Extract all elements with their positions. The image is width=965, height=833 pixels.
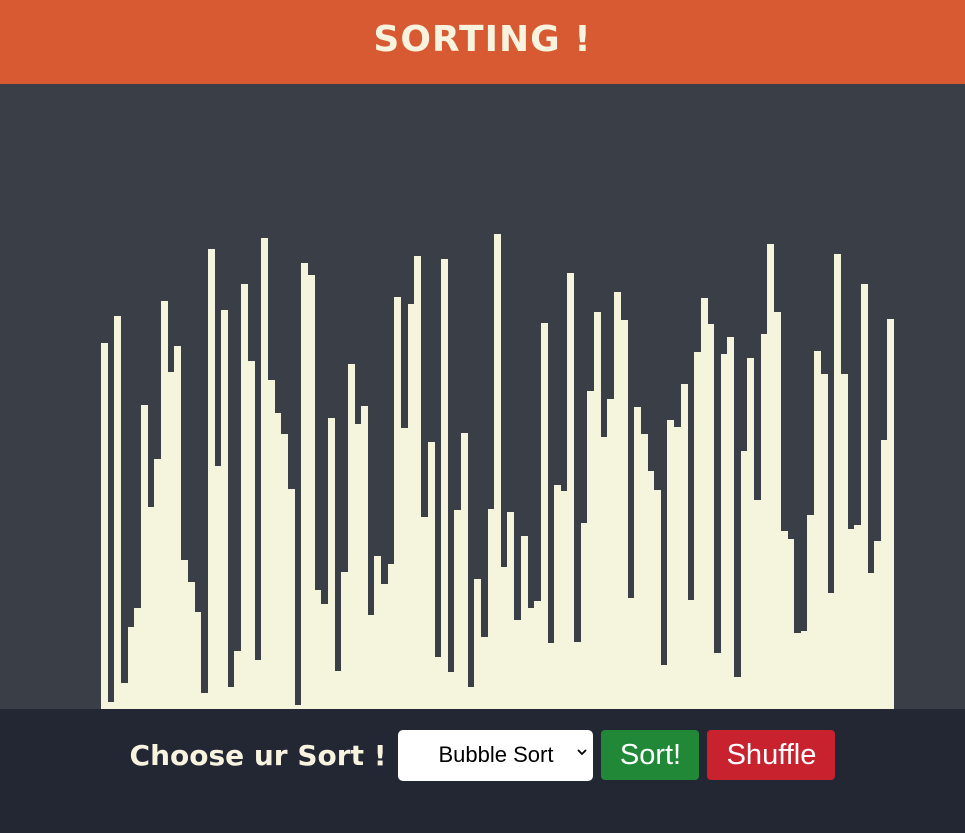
visualizer-area [0,84,965,709]
controls-row: Choose ur Sort ! Bubble Sort Sort! Shuff… [0,729,965,781]
page-title: SORTING ! [373,18,592,60]
bar [101,343,108,709]
header-bar: SORTING ! [0,0,965,84]
control-panel: Choose ur Sort ! Bubble Sort Sort! Shuff… [0,709,965,833]
sort-algorithm-select[interactable]: Bubble Sort [398,729,594,781]
bar [440,259,448,709]
bars-container [101,84,895,709]
bar [460,433,468,709]
choose-sort-label: Choose ur Sort ! [129,738,387,772]
bar [727,337,735,709]
selected-sort-text: Bubble Sort [438,742,554,767]
chevron-down-icon [577,748,588,755]
sort-button[interactable]: Sort! [601,730,700,780]
bar [247,361,255,709]
bar [287,489,295,709]
bar [887,319,895,709]
bar [114,316,122,709]
bar [707,324,715,709]
bar [327,418,335,709]
shuffle-button[interactable]: Shuffle [707,730,836,780]
bar [220,310,228,709]
